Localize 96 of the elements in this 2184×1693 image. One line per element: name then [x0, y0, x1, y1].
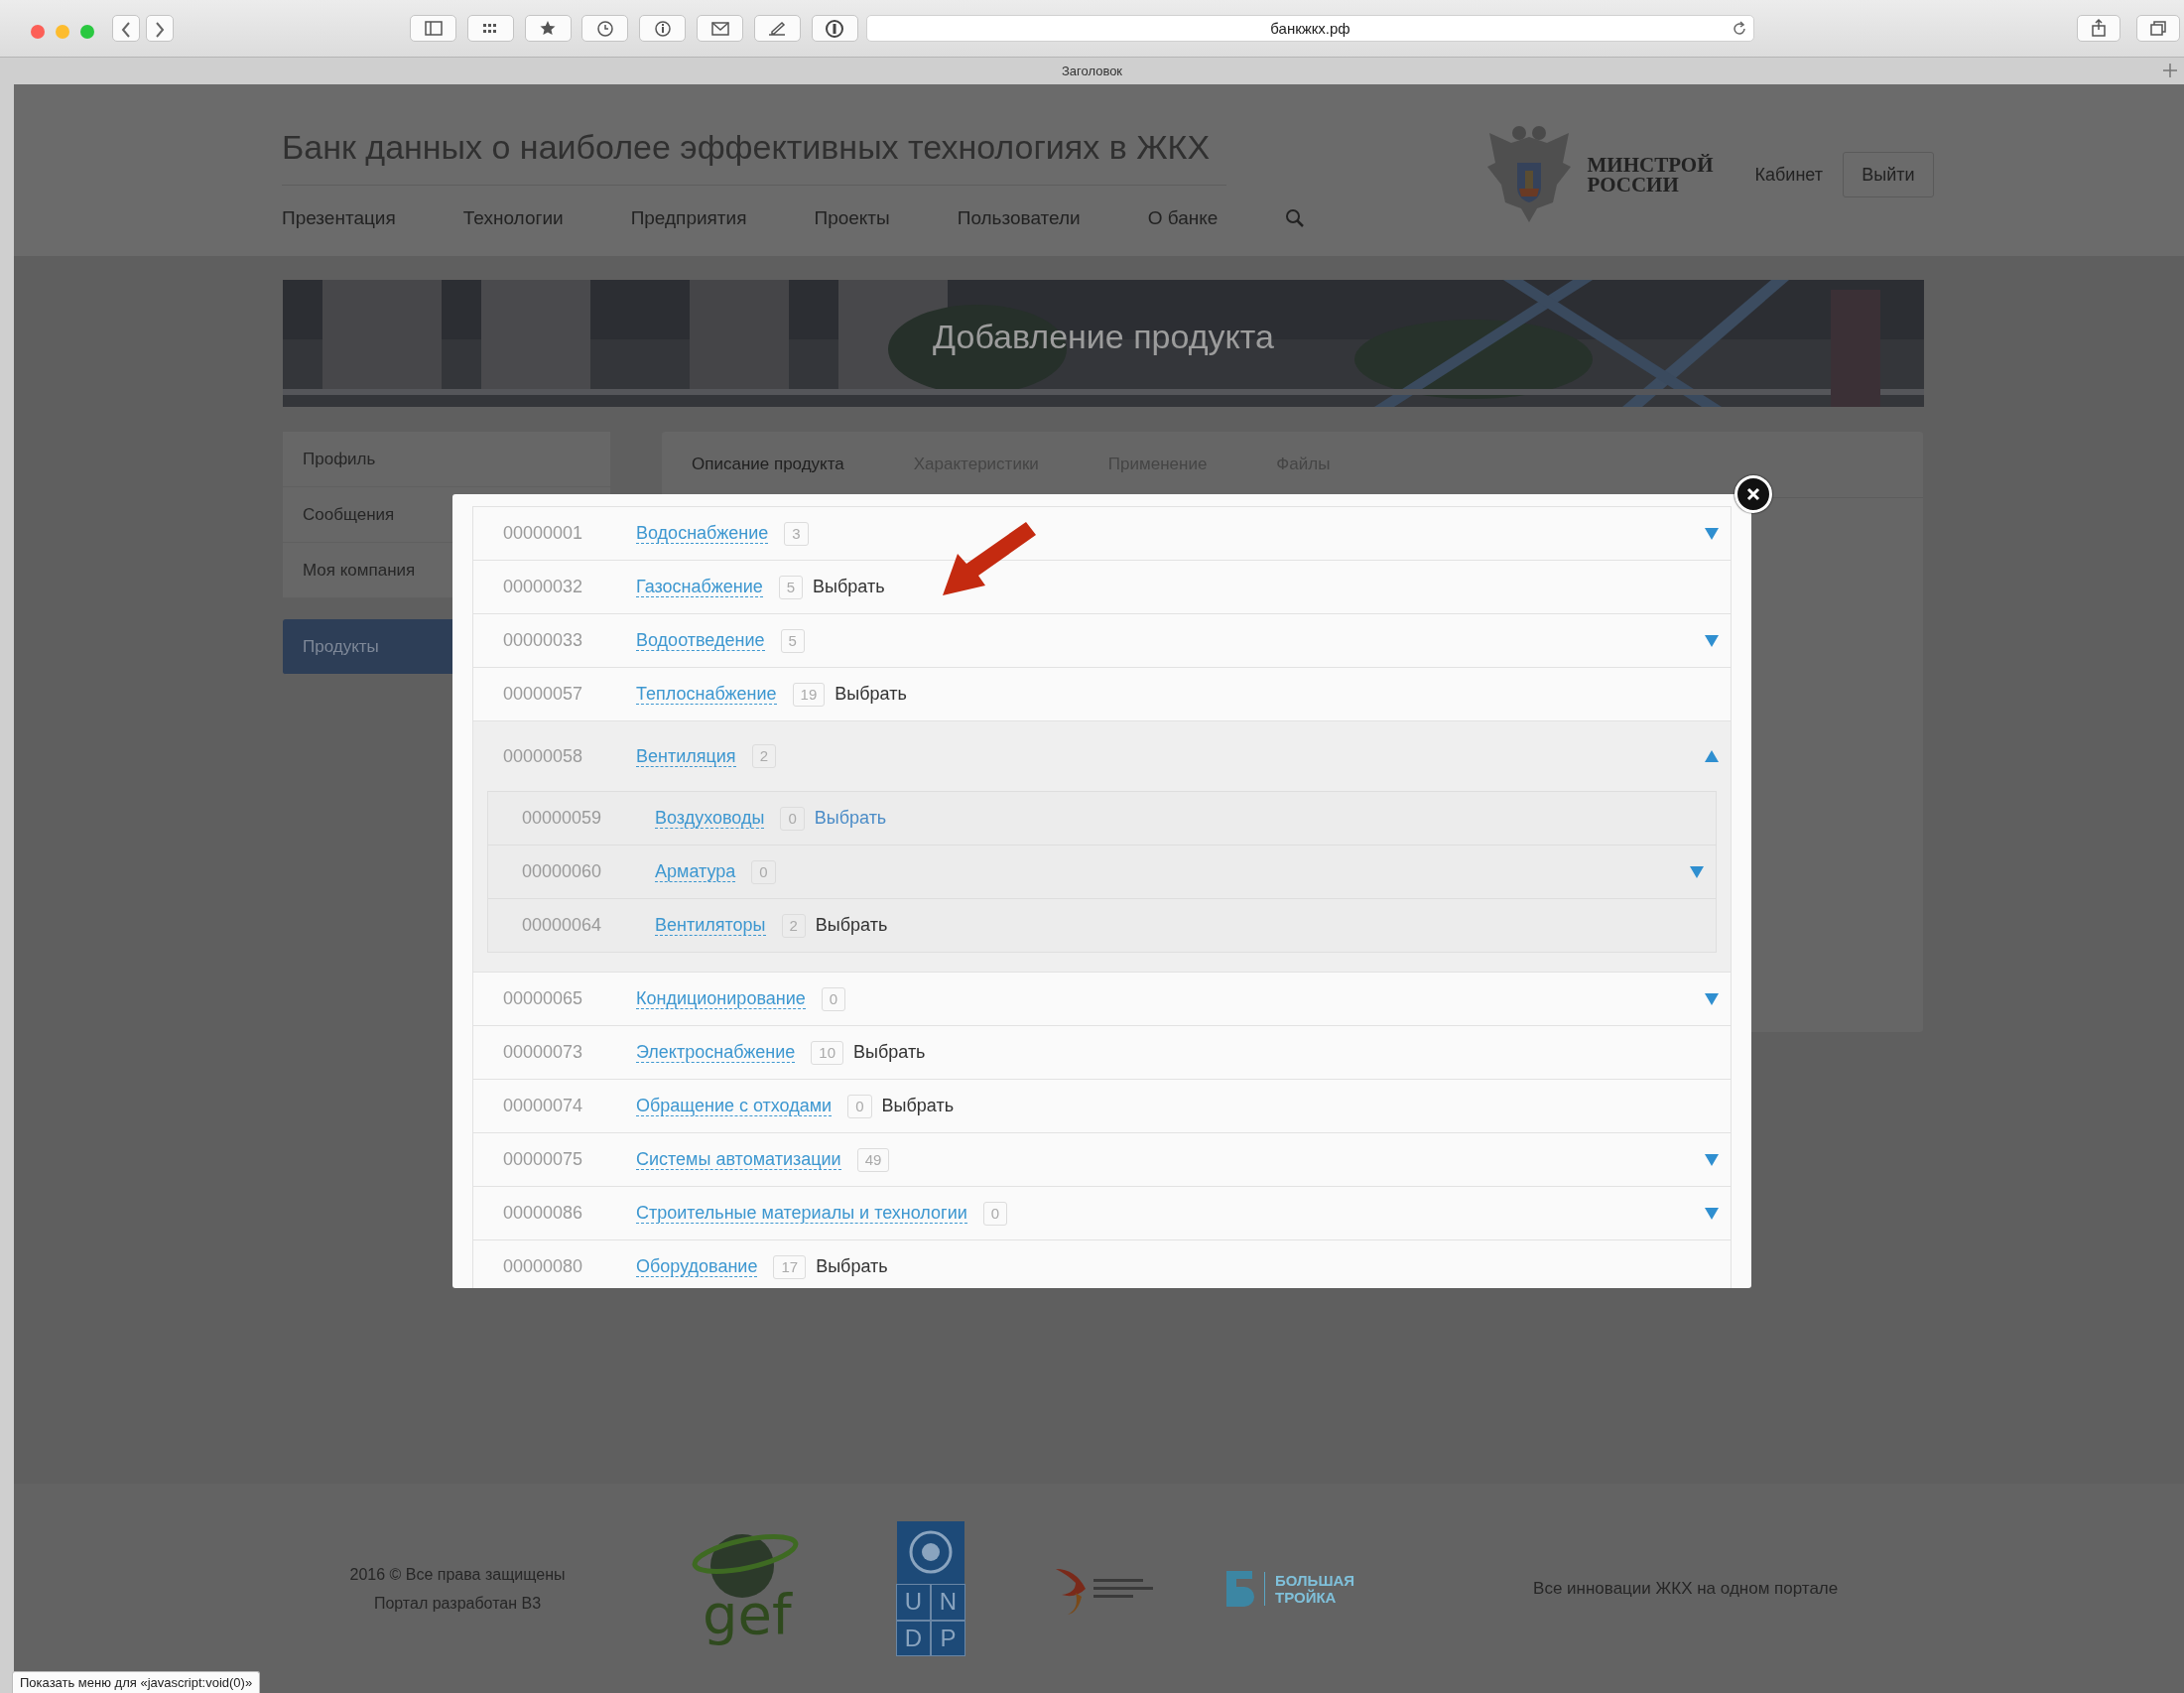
category-code: 00000057	[503, 684, 584, 705]
copyright-text: 2016 © Все права защищены	[348, 1564, 567, 1585]
count-badge: 49	[856, 1147, 890, 1172]
nav-link[interactable]: Технологии	[462, 207, 564, 229]
caret-down-icon[interactable]	[1705, 527, 1719, 540]
nav-link[interactable]: Предприятия	[630, 207, 747, 229]
grid-button[interactable]	[466, 15, 514, 42]
count-badge: 0	[780, 806, 805, 831]
count-badge: 10	[811, 1040, 843, 1065]
caret-down-icon[interactable]	[1705, 1153, 1719, 1166]
reload-icon[interactable]	[1731, 20, 1748, 38]
category-code: 00000032	[503, 577, 584, 597]
star-button[interactable]	[524, 15, 572, 42]
ministry-name: МИНСТРОЙ	[1587, 155, 1714, 175]
nav-link[interactable]: О банке	[1147, 207, 1219, 229]
info-button[interactable]	[639, 15, 687, 42]
select-link[interactable]: Выбрать	[813, 577, 885, 597]
page-title: Добавление продукта	[933, 318, 1274, 355]
close-icon	[1746, 487, 1760, 501]
count-badge: 0	[751, 859, 776, 884]
category-code: 00000060	[522, 861, 603, 882]
tab[interactable]: Описание продукта	[692, 455, 844, 474]
count-badge: 0	[847, 1094, 872, 1118]
category-link[interactable]: Кондиционирование	[636, 988, 806, 1009]
nav-link[interactable]: Презентация	[282, 207, 396, 229]
gef-logo: gef	[703, 1581, 792, 1646]
select-link[interactable]: Выбрать	[814, 808, 887, 829]
category-link[interactable]: Арматура	[655, 861, 736, 882]
footer-tagline: Все инновации ЖКХ на одном портале	[1533, 1578, 1839, 1599]
clock-button[interactable]	[581, 15, 629, 42]
count-badge: 3	[784, 521, 809, 546]
nav-link[interactable]: Проекты	[814, 207, 890, 229]
troika-icon	[1224, 1568, 1254, 1609]
troika-logo: БОЛЬШАЯ ТРОЙКА	[1264, 1571, 1355, 1606]
window-close-button[interactable]	[30, 24, 46, 40]
copyright-text: Портал разработан В3	[372, 1593, 543, 1614]
address-bar[interactable]: банкжкх.рф	[866, 15, 1754, 42]
category-code: 00000033	[503, 630, 584, 651]
ministry-name: РОССИИ	[1587, 175, 1680, 195]
caret-down-icon[interactable]	[1705, 992, 1719, 1005]
category-code: 00000001	[503, 523, 584, 544]
category-link[interactable]: Водоснабжение	[636, 523, 769, 544]
category-code: 00000080	[503, 1256, 584, 1277]
caret-down-icon[interactable]	[1705, 1207, 1719, 1220]
site-title: Банк данных о наиболее эффективных технологиях в ЖКХ	[282, 128, 1226, 186]
count-badge: 2	[751, 744, 776, 768]
pen-button[interactable]	[753, 15, 801, 42]
category-link[interactable]: Электроснабжение	[636, 1042, 796, 1063]
search-icon[interactable]	[1285, 208, 1306, 228]
category-link[interactable]: Водоотведение	[636, 630, 765, 651]
mail-button[interactable]	[697, 15, 743, 42]
category-link[interactable]: Обращение с отходами	[636, 1096, 833, 1116]
category-link[interactable]: Газоснабжение	[636, 577, 763, 597]
select-link[interactable]: Выбрать	[815, 915, 888, 936]
count-badge: 2	[781, 913, 806, 938]
tab-title[interactable]: Заголовок	[1061, 64, 1123, 78]
new-tab-icon[interactable]	[2162, 63, 2178, 78]
select-link[interactable]: Выбрать	[853, 1042, 926, 1063]
category-link[interactable]: Вентиляторы	[655, 915, 766, 936]
category-code: 00000065	[503, 988, 584, 1009]
category-code: 00000086	[503, 1203, 584, 1224]
category-link[interactable]: Вентиляция	[636, 745, 736, 767]
sidebar-item[interactable]: Профиль	[283, 432, 610, 487]
count-badge: 5	[780, 628, 805, 653]
select-link[interactable]: Выбрать	[835, 684, 907, 705]
back-button[interactable]	[112, 15, 140, 42]
count-badge: 19	[792, 682, 826, 707]
category-code: 00000058	[503, 745, 584, 767]
count-badge: 17	[773, 1254, 807, 1279]
category-code: 00000073	[503, 1042, 584, 1063]
category-code: 00000064	[522, 915, 603, 936]
category-link[interactable]: Оборудование	[636, 1256, 758, 1277]
nav-link[interactable]: Пользователи	[957, 207, 1081, 229]
cabinet-link[interactable]: Кабинет	[1754, 164, 1823, 186]
count-badge: 0	[821, 986, 846, 1011]
tabs-button[interactable]	[2136, 15, 2180, 42]
select-link[interactable]: Выбрать	[881, 1096, 955, 1116]
select-link[interactable]: Выбрать	[816, 1256, 888, 1277]
undp-logo: U N D P	[897, 1521, 964, 1655]
caret-down-icon[interactable]	[1690, 865, 1704, 878]
category-code: 00000059	[522, 808, 603, 829]
caret-up-icon[interactable]	[1705, 750, 1719, 762]
sidebar-button[interactable]	[410, 15, 456, 42]
category-link[interactable]: Системы автоматизации	[636, 1149, 841, 1170]
category-link[interactable]: Теплоснабжение	[636, 684, 777, 705]
category-code: 00000075	[503, 1149, 584, 1170]
category-link[interactable]: Воздуховоды	[655, 808, 765, 829]
count-badge: 5	[778, 575, 804, 599]
logout-button[interactable]: Выйти	[1843, 152, 1934, 197]
category-code: 00000074	[503, 1096, 584, 1116]
status-text: Показать меню для «javascript:void(0)»	[20, 1675, 253, 1690]
caret-down-icon[interactable]	[1705, 634, 1719, 647]
count-badge: 0	[982, 1201, 1008, 1226]
category-link[interactable]: Строительные материалы и технологии	[636, 1203, 967, 1224]
share-button[interactable]	[2077, 15, 2120, 42]
forward-button[interactable]	[146, 15, 174, 42]
